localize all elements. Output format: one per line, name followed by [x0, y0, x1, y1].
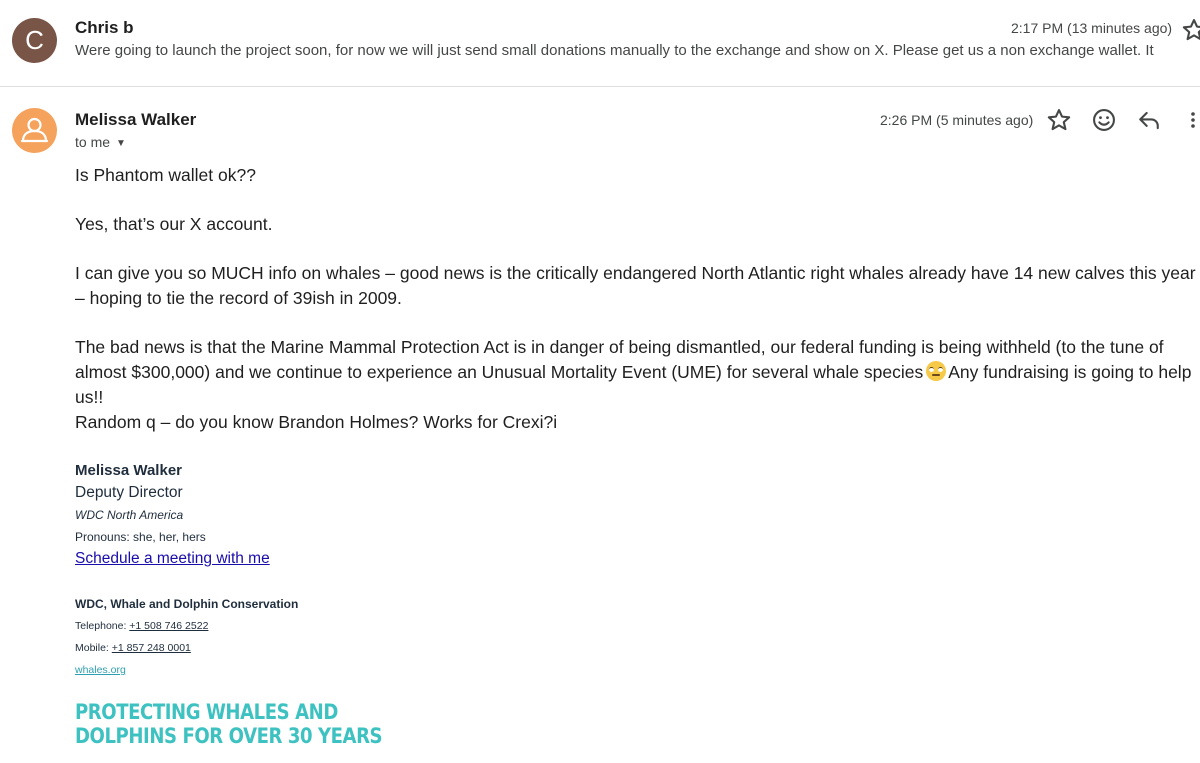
- schedule-meeting-link[interactable]: Schedule a meeting with me: [75, 550, 270, 568]
- star-icon[interactable]: [1180, 16, 1200, 44]
- recipient-label: to me: [75, 134, 111, 150]
- body-paragraph: Is Phantom wallet ok??: [75, 165, 256, 185]
- reply-icon[interactable]: [1135, 106, 1163, 134]
- message-timestamp: 2:26 PM (5 minutes ago): [880, 112, 1034, 128]
- sender-name[interactable]: Melissa Walker: [75, 110, 196, 130]
- website-link[interactable]: whales.org: [75, 664, 126, 676]
- sender-name[interactable]: Chris b: [75, 18, 134, 38]
- star-icon[interactable]: [1045, 106, 1073, 134]
- body-paragraph: Yes, that’s our X account.: [75, 214, 273, 234]
- body-paragraph: I can give you so MUCH info on whales – …: [75, 263, 1196, 308]
- avatar[interactable]: C: [12, 18, 57, 63]
- mobile-label: Mobile:: [75, 642, 112, 654]
- signature-company: WDC, Whale and Dolphin Conservation: [75, 597, 299, 611]
- body-paragraph: Random q – do you know Brandon Holmes? W…: [75, 412, 558, 432]
- banner-line: PROTECTING WHALES AND: [75, 700, 338, 724]
- signature-mobile: Mobile: +1 857 248 0001: [75, 642, 191, 654]
- chevron-down-icon[interactable]: ▼: [116, 138, 126, 149]
- signature-name: Melissa Walker: [75, 462, 182, 479]
- eye-roll-emoji-icon: [926, 361, 947, 381]
- message-divider: [0, 86, 1200, 87]
- banner-line: DOLPHINS FOR OVER 30 YEARS: [75, 724, 383, 748]
- signature-telephone: Telephone: +1 508 746 2522: [75, 620, 208, 632]
- recipient-details[interactable]: to me ▼: [75, 134, 126, 150]
- message-timestamp: 2:17 PM (13 minutes ago): [1011, 20, 1173, 36]
- more-vert-icon[interactable]: [1180, 106, 1200, 134]
- emoji-reaction-icon[interactable]: [1090, 106, 1118, 134]
- avatar[interactable]: [12, 108, 57, 153]
- mobile-link[interactable]: +1 857 248 0001: [112, 642, 191, 654]
- signature-pronouns: Pronouns: she, her, hers: [75, 530, 206, 544]
- telephone-label: Telephone:: [75, 620, 130, 632]
- body-paragraph: The bad news is that the Marine Mammal P…: [75, 335, 1200, 410]
- person-icon: [20, 117, 49, 143]
- signature-banner: PROTECTING WHALES AND DOLPHINS FOR OVER …: [75, 700, 383, 748]
- signature-title: Deputy Director: [75, 484, 183, 501]
- signature-org: WDC North America: [75, 508, 184, 522]
- message-snippet[interactable]: Were going to launch the project soon, f…: [75, 42, 1154, 59]
- telephone-link[interactable]: +1 508 746 2522: [129, 620, 208, 632]
